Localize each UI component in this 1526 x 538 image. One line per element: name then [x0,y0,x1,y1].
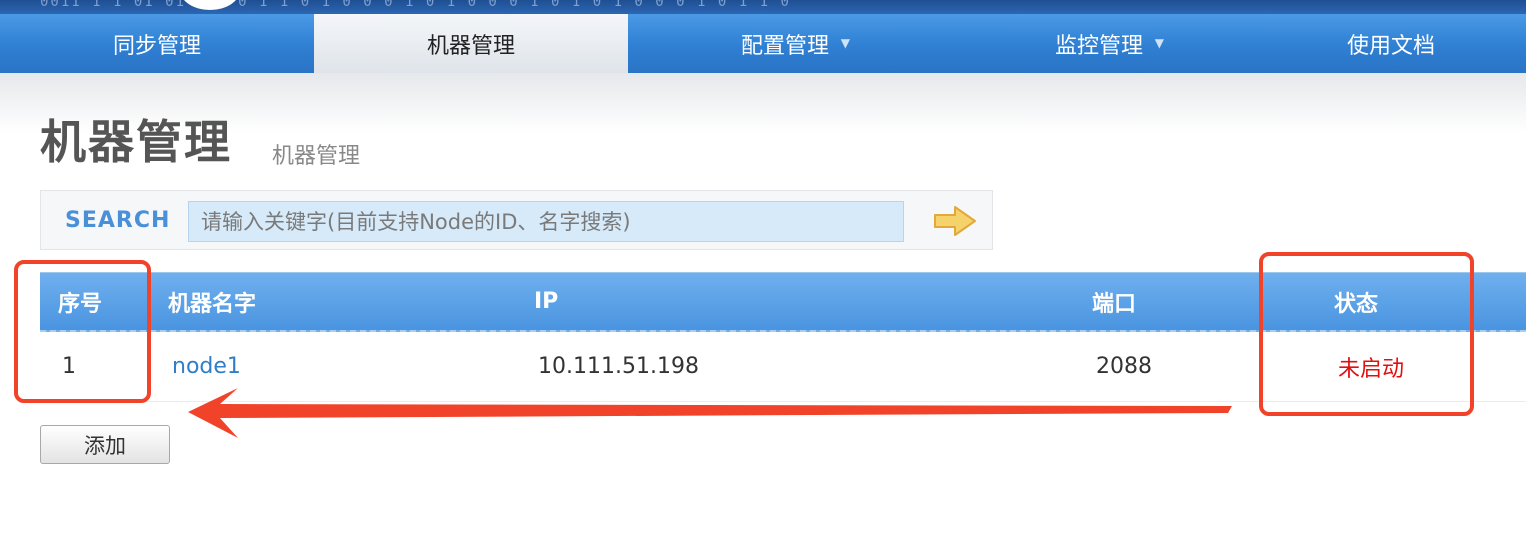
page-title: 机器管理 [40,115,232,169]
nav-item-machine[interactable]: 机器管理 [314,14,628,73]
nav-item-sync[interactable]: 同步管理 [0,14,314,73]
node-link[interactable]: node1 [172,354,241,379]
annotation-box-status [1259,252,1474,416]
banner-digits: 0011 1 1 01 01 1 0 0 1 1 0 1 0 0 0 1 0 1… [40,0,791,10]
add-button[interactable]: 添加 [40,425,170,464]
nav-item-label: 监控管理 [1054,33,1143,59]
search-bar: SEARCH [40,190,993,250]
search-label: SEARCH [65,208,171,233]
column-header-name: 机器名字 [168,291,257,317]
arrow-right-icon [934,206,976,236]
chevron-down-icon: ▼ [1154,36,1164,50]
nav-item-label: 同步管理 [112,33,201,59]
nav-item-label: 机器管理 [426,33,515,59]
page-subtitle: 机器管理 [272,144,361,169]
column-header-ip: IP [534,289,559,314]
column-header-port: 端口 [1092,291,1137,317]
nav-item-label: 使用文档 [1346,33,1435,59]
annotation-arrow [188,388,1232,438]
search-input[interactable] [188,201,904,242]
main-nav: 同步管理 机器管理 配置管理 ▼ 监控管理 ▼ 使用文档 [0,14,1526,73]
top-banner: 0011 1 1 01 01 1 0 0 1 1 0 1 0 0 0 1 0 1… [0,0,1526,14]
nav-item-config[interactable]: 配置管理 ▼ [628,14,942,73]
nav-item-monitor[interactable]: 监控管理 ▼ [942,14,1256,73]
nav-item-docs[interactable]: 使用文档 [1256,14,1526,73]
annotation-box-index [14,260,151,403]
chevron-down-icon: ▼ [840,36,850,50]
search-submit-button[interactable] [933,205,977,237]
nav-item-label: 配置管理 [740,33,829,59]
